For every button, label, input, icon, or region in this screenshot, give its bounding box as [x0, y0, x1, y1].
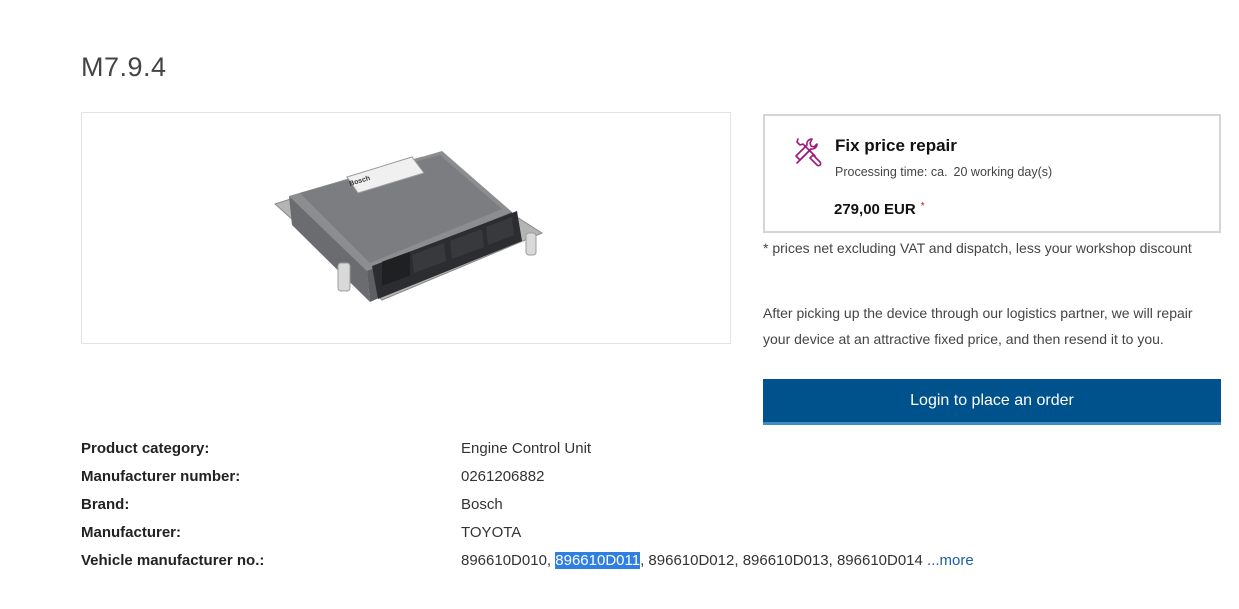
more-link[interactable]: ...more — [927, 552, 974, 569]
detail-label: Manufacturer: — [81, 524, 182, 541]
page-title: M7.9.4 — [81, 52, 167, 82]
fix-price-repair-card: Fix price repair Processing time: ca. 20 … — [763, 114, 1221, 233]
price-value: 279,00 EUR — [834, 201, 916, 218]
product-details: Product category: Engine Control Unit Ma… — [81, 437, 1081, 577]
repair-title: Fix price repair — [835, 136, 957, 155]
vehicle-number: 896610D012 — [648, 552, 735, 569]
detail-label: Manufacturer number: — [81, 468, 241, 485]
processing-label: Processing time: ca. — [835, 165, 948, 179]
detail-row-category: Product category: Engine Control Unit — [81, 437, 1081, 465]
detail-row-vehicle-numbers: Vehicle manufacturer no.: 896610D010, 89… — [81, 549, 1081, 577]
product-image: Bosch — [81, 112, 731, 344]
detail-row-manufacturer: Manufacturer: TOYOTA — [81, 521, 1081, 549]
vehicle-number-list: 896610D010, 896610D011, 896610D012, 8966… — [461, 552, 974, 569]
vehicle-number: 896610D014 — [836, 552, 923, 569]
price-footnote-marker: * — [920, 201, 925, 212]
detail-row-brand: Brand: Bosch — [81, 493, 1081, 521]
detail-value: Bosch — [461, 496, 503, 513]
repair-description: After picking up the device through our … — [763, 305, 1193, 347]
processing-value: 20 working day(s) — [953, 165, 1053, 179]
tools-icon — [795, 138, 822, 167]
vehicle-number-selected: 896610D011 — [555, 552, 641, 569]
vat-note: * prices net excluding VAT and dispatch,… — [763, 240, 1192, 256]
detail-row-manufacturer-number: Manufacturer number: 0261206882 — [81, 465, 1081, 493]
login-to-order-button[interactable]: Login to place an order — [763, 379, 1221, 425]
detail-label: Vehicle manufacturer no.: — [81, 552, 265, 569]
detail-value: 0261206882 — [461, 468, 545, 485]
vehicle-number: 896610D010 — [461, 552, 547, 569]
detail-label: Brand: — [81, 496, 130, 513]
detail-value: TOYOTA — [461, 524, 522, 541]
processing-time: Processing time: ca. 20 working day(s) — [835, 165, 1052, 179]
detail-label: Product category: — [81, 440, 210, 457]
vehicle-number: 896610D013 — [742, 552, 829, 569]
detail-value: Engine Control Unit — [461, 440, 592, 457]
repair-price: 279,00 EUR * — [834, 201, 925, 218]
